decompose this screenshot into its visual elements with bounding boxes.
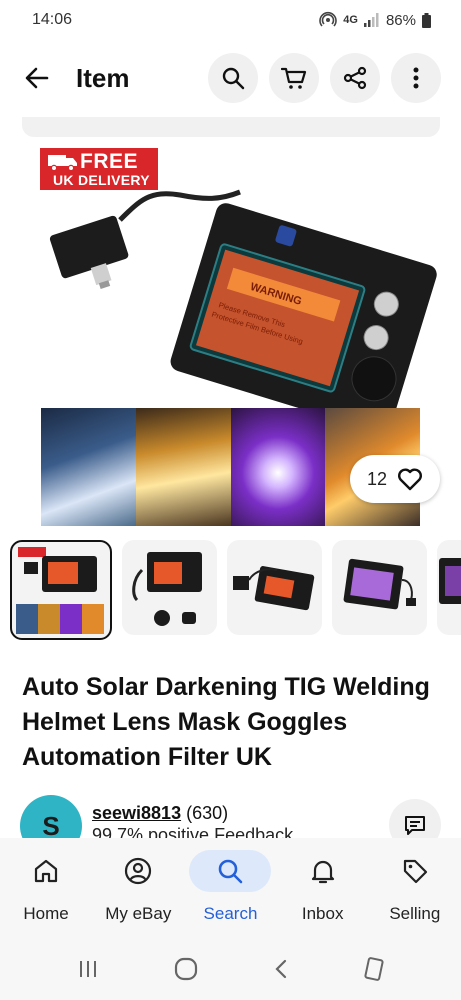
nav-selling[interactable]: Selling xyxy=(370,850,460,938)
welding-photo-3 xyxy=(230,408,326,526)
seller-info[interactable]: S seewi8813 (630) 99.7% positive Feedbac… xyxy=(20,795,441,857)
search-icon xyxy=(222,67,245,90)
network-type: 4G xyxy=(343,14,358,26)
nav-search[interactable]: Search xyxy=(185,850,275,938)
search-button[interactable] xyxy=(208,53,258,103)
top-app-bar: Item xyxy=(0,50,461,106)
back-button[interactable] xyxy=(20,61,54,95)
home-icon xyxy=(34,859,58,883)
battery-text: 86% xyxy=(385,11,416,29)
banner-strip xyxy=(22,117,440,137)
nav-home[interactable]: Home xyxy=(1,850,91,938)
user-circle-icon xyxy=(125,857,152,885)
search-icon xyxy=(219,859,243,884)
welding-photo-1 xyxy=(41,408,136,526)
tag-icon xyxy=(403,859,427,884)
status-bar: 14:06 4G 86% xyxy=(0,0,461,40)
share-icon xyxy=(343,66,367,90)
main-product-image[interactable]: FREE UK DELIVERY WARNING Please Remove T… xyxy=(0,140,461,530)
thumbnail-4[interactable] xyxy=(332,540,427,635)
page-title: Item xyxy=(76,62,130,93)
thumbnail-5[interactable] xyxy=(437,540,461,635)
thumbnail-image xyxy=(132,552,202,626)
bell-icon xyxy=(311,860,334,884)
hotspot-icon xyxy=(319,11,338,27)
nav-selling-label: Selling xyxy=(389,904,441,923)
share-button[interactable] xyxy=(330,53,380,103)
recent-apps-icon[interactable] xyxy=(77,959,99,979)
lens-filter-photo: WARNING Please Remove This Protective Fi… xyxy=(49,189,437,410)
thumbnail-image xyxy=(233,566,315,611)
cart-icon xyxy=(281,67,307,89)
nav-search-label: Search xyxy=(203,904,258,923)
battery-icon xyxy=(422,12,431,28)
heart-icon xyxy=(398,468,423,491)
status-icons: 4G 86% xyxy=(319,11,431,29)
seller-score: (630) xyxy=(186,803,229,823)
rotate-screen-icon[interactable] xyxy=(364,957,384,981)
more-vertical-icon xyxy=(413,67,419,89)
item-title: Auto Solar Darkening TIG Welding Helmet … xyxy=(22,673,430,771)
watch-count: 12 xyxy=(366,468,388,489)
system-navigation-bar xyxy=(0,938,461,1000)
thumbnail-image xyxy=(439,558,461,604)
nav-inbox-label: Inbox xyxy=(301,904,344,923)
nav-my-ebay[interactable]: My eBay xyxy=(93,850,183,938)
thumbnail-image xyxy=(16,547,104,634)
thumbnail-2[interactable] xyxy=(122,540,217,635)
bottom-navigation: Home My eBay Search Inbox Selling xyxy=(0,838,461,938)
nav-my-ebay-label: My eBay xyxy=(105,904,172,923)
more-options-button[interactable] xyxy=(391,53,441,103)
thumbnail-carousel[interactable] xyxy=(10,540,461,640)
watch-button[interactable]: 12 xyxy=(350,455,440,503)
back-chevron-icon[interactable] xyxy=(273,958,289,980)
arrow-left-icon xyxy=(25,67,49,89)
thumbnail-3[interactable] xyxy=(227,540,322,635)
nav-home-label: Home xyxy=(23,904,69,923)
signal-icon xyxy=(363,13,379,27)
nav-inbox[interactable]: Inbox xyxy=(278,850,368,938)
thumbnail-1[interactable] xyxy=(10,540,112,640)
welding-photo-2 xyxy=(135,408,231,526)
cart-button[interactable] xyxy=(269,53,319,103)
home-circle-icon[interactable] xyxy=(174,957,198,981)
message-icon xyxy=(405,816,425,835)
status-time: 14:06 xyxy=(32,11,73,28)
seller-username[interactable]: seewi8813 xyxy=(92,803,181,823)
thumbnail-image xyxy=(343,558,416,610)
seller-name-line[interactable]: seewi8813 (630) xyxy=(92,803,228,824)
